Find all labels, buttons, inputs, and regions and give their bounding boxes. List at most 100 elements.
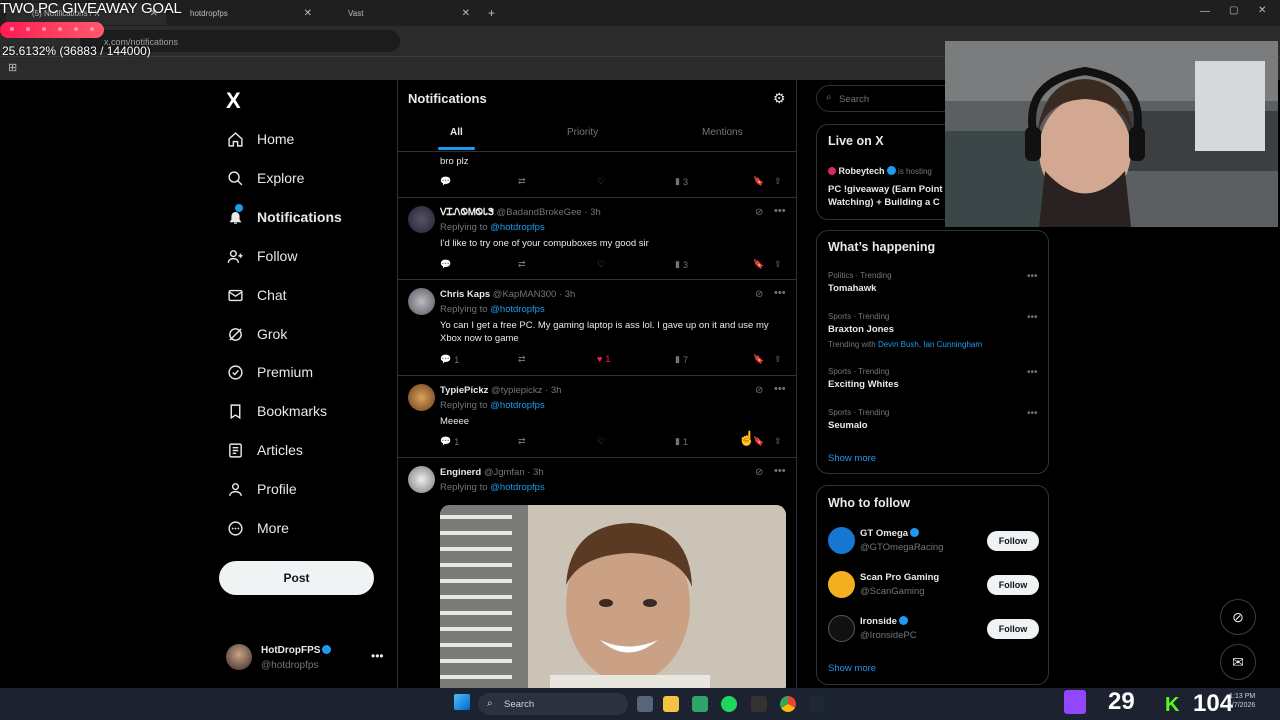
repost-icon[interactable]: ⇄: [518, 354, 526, 365]
sidebar-item-notifications[interactable]: Notifications: [226, 203, 342, 231]
x-logo[interactable]: X: [226, 88, 241, 114]
avatar[interactable]: [226, 644, 252, 670]
post-author[interactable]: Enginerd @Jgmfan · 3h: [440, 467, 544, 478]
share-icon[interactable]: ⇪: [774, 436, 782, 447]
reply-mention[interactable]: @hotdropfps: [490, 482, 545, 493]
live-host[interactable]: Robeytech is hosting: [828, 166, 932, 176]
sidebar-item-home[interactable]: Home: [226, 125, 294, 153]
account-name[interactable]: GT Omega: [860, 528, 920, 539]
follow-button[interactable]: Follow: [987, 619, 1039, 639]
follow-button[interactable]: Follow: [987, 531, 1039, 551]
like-stat[interactable]: ♥ 1: [597, 354, 610, 364]
avatar[interactable]: [408, 466, 435, 493]
trend-name[interactable]: Seumalo: [828, 420, 868, 431]
reply-mention[interactable]: @hotdropfps: [490, 304, 545, 315]
like-icon[interactable]: ♡: [597, 176, 605, 187]
repost-icon[interactable]: ⇄: [518, 436, 526, 447]
maximize-icon[interactable]: ▢: [1229, 5, 1238, 16]
sidebar-item-explore[interactable]: Explore: [226, 164, 304, 192]
close-icon[interactable]: ✕: [462, 8, 470, 19]
sidebar-item-more[interactable]: More: [226, 514, 289, 542]
live-stream-title[interactable]: PC !giveaway (Earn Point Watching) + Bui…: [828, 183, 946, 209]
messages-float-button[interactable]: ✉: [1220, 644, 1256, 680]
list-item[interactable]: Chris Kaps @KapMAN300 · 3h ⊘ ••• Replyin…: [398, 280, 796, 376]
trend-related-links[interactable]: Devin Bush, Ian Cunningham: [878, 340, 982, 349]
tab-priority[interactable]: Priority: [567, 127, 598, 138]
share-icon[interactable]: ⇪: [774, 259, 782, 270]
file-explorer-icon[interactable]: [663, 696, 679, 712]
sidebar-item-profile[interactable]: Profile: [226, 475, 297, 503]
show-more-link[interactable]: Show more: [828, 453, 876, 464]
grok-float-button[interactable]: ⊘: [1220, 599, 1256, 635]
views-stat[interactable]: ▮ 3: [675, 176, 688, 187]
more-icon[interactable]: •••: [774, 383, 786, 395]
tab-mentions[interactable]: Mentions: [702, 127, 743, 138]
avatar[interactable]: [828, 527, 855, 554]
repost-icon[interactable]: ⇄: [518, 176, 526, 187]
post-author[interactable]: Chris Kaps @KapMAN300 · 3h: [440, 289, 575, 300]
post-author[interactable]: TypiePickz @typiepickz · 3h: [440, 385, 561, 396]
account-name[interactable]: Scan Pro Gaming: [860, 572, 939, 583]
grok-icon[interactable]: ⊘: [755, 207, 763, 218]
sidebar-item-follow[interactable]: Follow: [226, 242, 297, 270]
reply-icon[interactable]: 💬: [440, 176, 451, 187]
close-icon[interactable]: ✕: [304, 8, 312, 19]
bookmark-icon[interactable]: 🔖: [753, 354, 764, 365]
post-button[interactable]: Post: [219, 561, 374, 595]
sidebar-item-articles[interactable]: Articles: [226, 436, 303, 464]
like-icon[interactable]: ♡: [597, 259, 605, 270]
spotify-icon[interactable]: [721, 696, 737, 712]
notepad-icon[interactable]: [692, 696, 708, 712]
share-icon[interactable]: ⇪: [774, 176, 782, 187]
more-icon[interactable]: •••: [1027, 271, 1038, 282]
views-stat[interactable]: ▮ 7: [675, 354, 688, 365]
post-author[interactable]: ᐯᏆᏁᏫᎷᏫᏓᏕ @BadandBrokeGee · 3h: [440, 207, 601, 218]
more-icon[interactable]: •••: [774, 465, 786, 477]
account-name[interactable]: Ironside: [860, 616, 908, 627]
account-name[interactable]: HotDropFPS: [261, 645, 332, 656]
sidebar-item-bookmarks[interactable]: Bookmarks: [226, 397, 327, 425]
bookmark-icon[interactable]: 🔖: [753, 176, 764, 187]
taskbar-search[interactable]: ⌕ Search: [478, 693, 628, 715]
trend-name[interactable]: Exciting Whites: [828, 379, 899, 390]
more-icon[interactable]: •••: [774, 205, 786, 217]
sidebar-item-grok[interactable]: Grok: [226, 320, 287, 348]
reply-stat[interactable]: 💬 1: [440, 436, 459, 447]
views-stat[interactable]: ▮ 3: [675, 259, 688, 270]
search-input[interactable]: ⌕ Search: [816, 85, 956, 112]
views-stat[interactable]: ▮ 1: [675, 436, 688, 447]
windows-start-icon[interactable]: [454, 694, 470, 710]
sidebar-item-chat[interactable]: Chat: [226, 281, 287, 309]
more-icon[interactable]: •••: [774, 287, 786, 299]
list-item[interactable]: ᐯᏆᏁᏫᎷᏫᏓᏕ @BadandBrokeGee · 3h ⊘ ••• Repl…: [398, 198, 796, 280]
system-clock[interactable]: 1:13 PM 5/7/2026: [1228, 692, 1255, 710]
follow-button[interactable]: Follow: [987, 575, 1039, 595]
browser-tab-hotdropfps[interactable]: hotdropfps ✕: [164, 3, 320, 25]
share-icon[interactable]: ⇪: [774, 354, 782, 365]
task-view-icon[interactable]: [637, 696, 653, 712]
sidebar-item-premium[interactable]: Premium: [226, 358, 313, 386]
minimize-icon[interactable]: —: [1200, 6, 1210, 17]
repost-icon[interactable]: ⇄: [518, 259, 526, 270]
more-icon[interactable]: •••: [1027, 312, 1038, 323]
bookmark-icon[interactable]: 🔖: [753, 259, 764, 270]
grok-icon[interactable]: ⊘: [755, 385, 763, 396]
reply-icon[interactable]: 💬: [440, 259, 451, 270]
apps-grid-icon[interactable]: ⊞: [8, 61, 17, 74]
trend-name[interactable]: Braxton Jones: [828, 324, 894, 335]
grok-icon[interactable]: ⊘: [755, 467, 763, 478]
like-icon[interactable]: ♡: [597, 436, 605, 447]
reply-stat[interactable]: 💬 1: [440, 354, 459, 365]
avatar[interactable]: [828, 571, 855, 598]
list-item[interactable]: bro plz 💬 ⇄ ♡ ▮ 3 🔖 ⇪: [398, 152, 796, 198]
post-media-image[interactable]: [440, 505, 786, 695]
avatar[interactable]: [408, 288, 435, 315]
account-menu-button[interactable]: •••: [371, 649, 384, 663]
new-tab-button[interactable]: +: [488, 6, 495, 20]
show-more-link[interactable]: Show more: [828, 663, 876, 674]
reply-mention[interactable]: @hotdropfps: [490, 222, 545, 233]
tab-all[interactable]: All: [450, 127, 463, 138]
hud-icon[interactable]: [751, 696, 767, 712]
more-icon[interactable]: •••: [1027, 408, 1038, 419]
close-window-icon[interactable]: ✕: [1258, 5, 1266, 16]
